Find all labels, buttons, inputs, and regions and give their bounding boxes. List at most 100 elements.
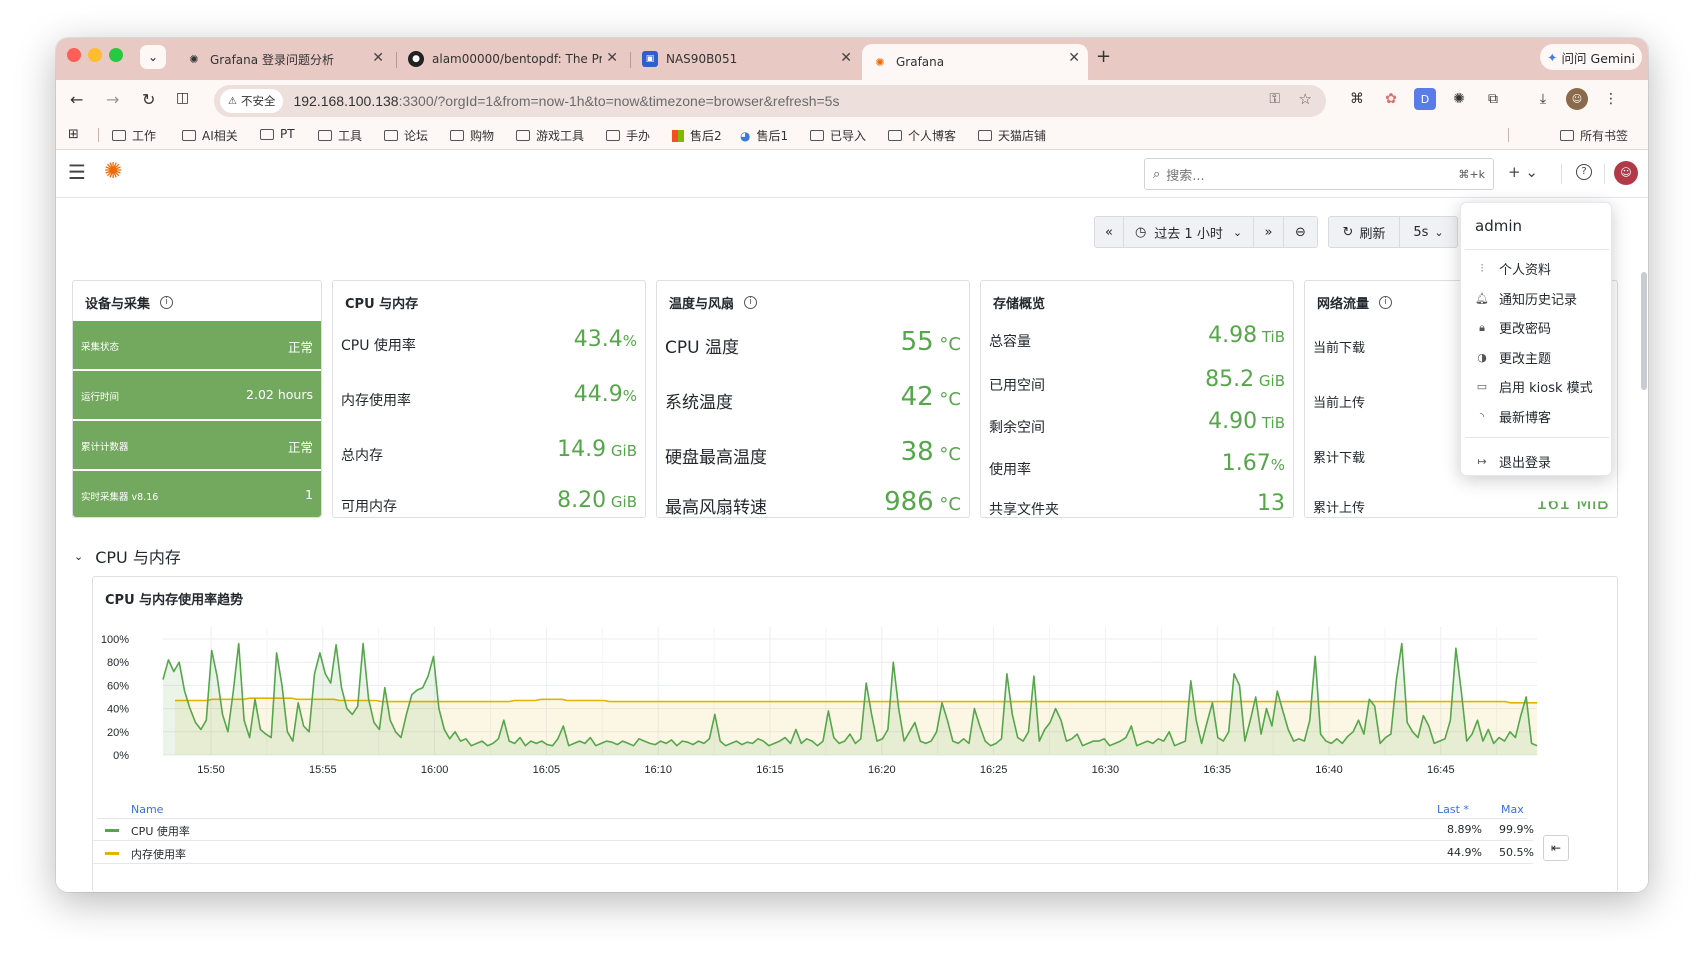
security-chip[interactable]: ⚠ 不安全: [220, 89, 284, 113]
stat-row: 累计计数器 正常: [73, 421, 321, 469]
info-icon[interactable]: i: [1379, 296, 1393, 309]
extension-icon[interactable]: ⌘: [1346, 88, 1368, 110]
extensions-icon[interactable]: ⧉: [1482, 88, 1504, 110]
side-panel-icon[interactable]: ◫: [176, 90, 189, 106]
menu-item-change-theme[interactable]: ◑ 更改主题: [1475, 348, 1551, 367]
bookmark-folder[interactable]: 天猫店铺: [978, 127, 1046, 144]
extension-icon[interactable]: D: [1414, 88, 1436, 110]
stat-value: 55 °C: [901, 327, 961, 357]
x-tick-label: 16:30: [1092, 764, 1120, 776]
bookmark-folder[interactable]: 手办: [606, 127, 650, 144]
collapse-legend-button[interactable]: ⇤: [1543, 835, 1569, 861]
openai-icon[interactable]: ✺: [1448, 88, 1470, 110]
menu-item-label: 最新博客: [1499, 411, 1552, 426]
menu-item-kiosk[interactable]: ▭ 启用 kiosk 模式: [1475, 377, 1593, 396]
close-icon[interactable]: ✕: [606, 50, 618, 66]
tab-search-icon[interactable]: ⌄: [140, 45, 166, 69]
bookmark-link[interactable]: ◕ 售后1: [740, 127, 788, 144]
grafana-logo-icon[interactable]: ✺: [104, 159, 122, 184]
refresh-interval-label: 5s: [1413, 224, 1429, 240]
time-shift-forward-button[interactable]: »: [1254, 216, 1284, 248]
arrow-left-bar-icon: ⇤: [1550, 841, 1562, 855]
row-header[interactable]: ⌄ CPU 与内存: [74, 544, 181, 568]
tab-grafana-login[interactable]: ✺ Grafana 登录问题分析 ✕: [178, 44, 392, 74]
stat-label: CPU 使用率: [341, 338, 416, 354]
bookmark-folder[interactable]: 工具: [318, 127, 362, 144]
bookmark-link[interactable]: 售后2: [672, 127, 722, 144]
download-icon[interactable]: ⤓: [1532, 88, 1554, 110]
forward-icon[interactable]: →: [106, 90, 119, 109]
help-icon[interactable]: ?: [1576, 164, 1592, 180]
legend-row[interactable]: CPU 使用率 8.89% 99.9%: [93, 819, 1534, 841]
user-avatar[interactable]: ☺: [1614, 161, 1638, 185]
stat-value: 8.20 GiB: [557, 488, 637, 513]
x-tick-label: 15:55: [309, 764, 337, 776]
bookmark-folder[interactable]: 已导入: [810, 127, 866, 144]
minimize-window-button[interactable]: [88, 48, 102, 62]
bookmark-folder[interactable]: 工作: [112, 127, 156, 144]
close-icon[interactable]: ✕: [1068, 50, 1080, 66]
menu-item-profile[interactable]: ⫶ 个人资料: [1475, 259, 1551, 279]
legend-header-name[interactable]: Name: [131, 803, 163, 816]
stat-value: 44.9%: [574, 382, 637, 407]
bookmark-folder[interactable]: 个人博客: [888, 127, 956, 144]
folder-icon: [978, 130, 992, 141]
bookmark-folder[interactable]: 游戏工具: [516, 127, 584, 144]
info-icon[interactable]: i: [160, 296, 174, 309]
add-icon[interactable]: + ⌄: [1508, 163, 1538, 181]
close-icon[interactable]: ✕: [372, 50, 384, 66]
legend-header-last[interactable]: Last *: [1437, 803, 1469, 816]
timeseries-chart[interactable]: 0% 20% 40% 60% 80% 100% 15:50 15:55 16:00 16:05 16…: [93, 613, 1617, 843]
address-bar-row: ← → ↻ ◫ ⚠ 不安全 192.168.100.138:3300/?orgId…: [56, 80, 1648, 120]
bookmark-folder[interactable]: 论坛: [384, 127, 428, 144]
key-icon[interactable]: ⚿: [1269, 91, 1280, 107]
reload-icon[interactable]: ↻: [142, 90, 155, 109]
menu-item-notifications[interactable]: 🔔︎ 通知历史记录: [1475, 289, 1577, 308]
apps-icon[interactable]: ⊞: [68, 127, 79, 142]
bookmark-label: 工作: [132, 129, 157, 143]
stat-number: 44.9: [573, 382, 623, 407]
search-input[interactable]: ⌕ 搜索... ⌘+k: [1144, 158, 1494, 190]
time-range-picker[interactable]: ◷ 过去 1 小时 ⌄: [1124, 216, 1254, 248]
time-shift-back-button[interactable]: «: [1094, 216, 1124, 248]
x-tick-label: 16:20: [868, 764, 896, 776]
back-icon[interactable]: ←: [70, 90, 83, 109]
legend-row[interactable]: 内存使用率 44.9% 50.5%: [93, 842, 1534, 864]
stat-unit: TiB: [1257, 414, 1285, 432]
menu-item-blog[interactable]: ◝ 最新博客: [1475, 407, 1551, 426]
profile-avatar[interactable]: ☺: [1566, 88, 1588, 110]
y-tick-label: 20%: [107, 727, 129, 739]
new-tab-button[interactable]: +: [1096, 46, 1111, 67]
close-icon[interactable]: ✕: [840, 50, 852, 66]
maximize-window-button[interactable]: [109, 48, 123, 62]
tab-bentopdf[interactable]: ● alam00000/bentopdf: The Pri ✕: [400, 44, 626, 74]
user-name: admin: [1475, 217, 1522, 235]
scrollbar-thumb[interactable]: [1641, 272, 1647, 390]
menu-icon[interactable]: ☰: [68, 160, 86, 184]
bookmark-label: 手办: [626, 129, 651, 143]
gemini-button[interactable]: ✦ 问问 Gemini: [1540, 44, 1642, 70]
menu-item-logout[interactable]: ↦ 退出登录: [1475, 452, 1551, 471]
legend-header-max[interactable]: Max: [1501, 803, 1524, 816]
address-bar[interactable]: ⚠ 不安全 192.168.100.138:3300/?orgId=1&from=…: [214, 85, 1326, 117]
refresh-button[interactable]: ↻ 刷新: [1328, 216, 1400, 248]
tab-nas[interactable]: ▣ NAS90B051 ✕: [634, 44, 860, 74]
close-window-button[interactable]: [67, 48, 81, 62]
bookmark-folder[interactable]: 购物: [450, 127, 494, 144]
menu-item-change-password[interactable]: 🔒︎ 更改密码: [1475, 318, 1551, 338]
extension-icon[interactable]: ✿: [1380, 88, 1402, 110]
folder-icon: [1560, 130, 1574, 141]
info-icon[interactable]: i: [744, 296, 758, 309]
zoom-out-button[interactable]: ⊖: [1284, 216, 1318, 248]
all-bookmarks[interactable]: 所有书签: [1560, 127, 1628, 144]
refresh-interval-picker[interactable]: 5s ⌄: [1400, 216, 1458, 248]
tab-grafana[interactable]: ✺ Grafana ✕: [862, 44, 1088, 80]
star-icon[interactable]: ☆: [1299, 90, 1312, 108]
stat-value: 85.2 GiB: [1205, 367, 1285, 392]
stat-value: 正常: [287, 340, 313, 355]
bookmark-folder[interactable]: PT: [260, 127, 295, 141]
more-menu-icon[interactable]: ⋮: [1600, 88, 1622, 110]
bookmark-folder[interactable]: AI相关: [182, 127, 238, 144]
chevron-down-icon: ⌄: [1434, 225, 1444, 239]
stat-value: 42 °C: [901, 382, 961, 412]
